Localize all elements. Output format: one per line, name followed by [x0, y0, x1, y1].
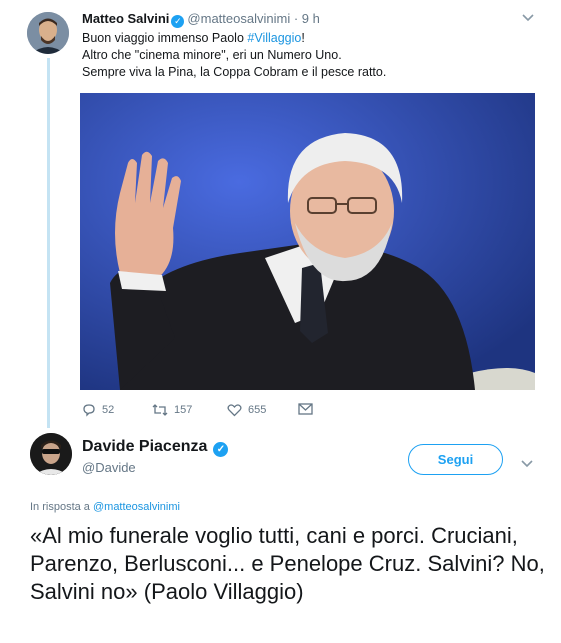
envelope-icon	[298, 403, 313, 415]
reply-count: 52	[102, 404, 115, 416]
tweet2-author-name[interactable]: Davide Piacenza ✓	[82, 438, 231, 457]
reply-mention-link[interactable]: @matteosalvinimi	[93, 501, 180, 513]
tweet2-handle[interactable]: @Davide	[82, 460, 136, 475]
tweet1-text: Buon viaggio immenso Paolo #Villaggio! A…	[82, 30, 386, 81]
verified-badge-icon: ✓	[171, 15, 185, 28]
tweet1-line-1: Buon viaggio immenso Paolo #Villaggio!	[82, 31, 305, 45]
retweet-icon	[152, 403, 168, 417]
heart-icon	[227, 403, 242, 417]
tweet1-line-2: Altro che "cinema minore", eri un Numero…	[82, 48, 342, 62]
verified-badge-icon: ✓	[213, 442, 229, 457]
tweet1-time[interactable]: · 9 h	[294, 11, 320, 26]
reply-icon	[82, 403, 96, 417]
retweet-action[interactable]: 157	[152, 403, 192, 417]
dm-action[interactable]	[298, 403, 313, 415]
tweet1-handle[interactable]: @matteosalvinimi	[187, 11, 290, 26]
avatar-davide-piacenza[interactable]	[30, 433, 72, 475]
like-action[interactable]: 655	[227, 403, 266, 417]
tweet1-header: Matteo Salvini ✓ @matteosalvinimi · 9 h	[82, 11, 320, 28]
follow-button[interactable]: Segui	[408, 444, 503, 475]
tweet1-author-name[interactable]: Matteo Salvini	[82, 11, 169, 26]
chevron-down-icon[interactable]	[522, 10, 534, 25]
tweet1-line-3: Sempre viva la Pina, la Coppa Cobram e i…	[82, 65, 387, 79]
thread-connector-line	[47, 58, 50, 428]
hashtag-link[interactable]: #Villaggio	[247, 31, 301, 45]
reply-action[interactable]: 52	[82, 403, 114, 417]
retweet-count: 157	[174, 404, 193, 416]
like-count: 655	[248, 404, 267, 416]
reply-context: In risposta a @matteosalvinimi	[30, 501, 180, 513]
tweet1-photo[interactable]	[80, 93, 535, 390]
reply-prefix: In risposta a	[30, 501, 90, 513]
chevron-down-icon[interactable]	[521, 456, 533, 471]
tweet2-text: «Al mio funerale voglio tutti, cani e po…	[30, 523, 545, 604]
avatar-matteo-salvini[interactable]	[27, 12, 69, 54]
